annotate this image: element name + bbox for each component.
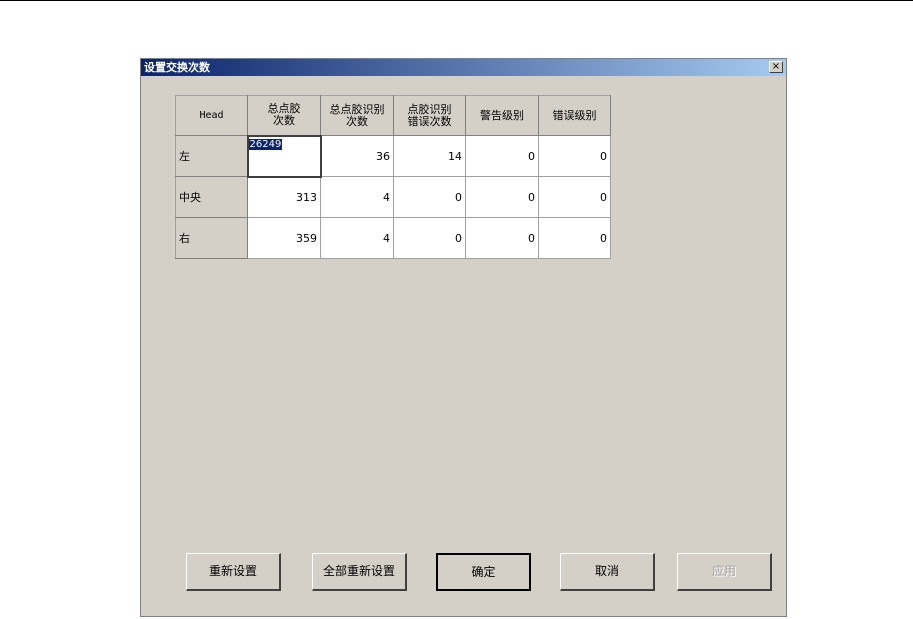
table-cell[interactable]: 14	[393, 135, 466, 177]
column-header-warning-level: 警告级别	[465, 95, 539, 136]
ok-button[interactable]: 确定	[436, 553, 531, 591]
reset-button[interactable]: 重新设置	[186, 553, 281, 591]
table-cell[interactable]: 0	[393, 176, 466, 218]
table-cell[interactable]: 0	[465, 217, 539, 259]
table-cell[interactable]: 359	[247, 217, 321, 259]
table-cell[interactable]: 313	[247, 176, 321, 218]
row-header-left: 左	[175, 135, 248, 177]
table-row: 右 359 4 0 0 0	[175, 217, 611, 259]
reset-all-button[interactable]: 全部重新设置	[312, 553, 407, 591]
table-cell[interactable]: 4	[320, 176, 394, 218]
cell-editor[interactable]: 26249	[246, 134, 322, 178]
column-header-total-dispense: 总点胶 次数	[247, 95, 321, 136]
table-cell[interactable]: 0	[465, 176, 539, 218]
table-cell[interactable]: 4	[320, 217, 394, 259]
row-header-center: 中央	[175, 176, 248, 218]
table-cell[interactable]: 0	[538, 217, 611, 259]
grid-header-row: Head 总点胶 次数 总点胶识别 次数 点胶识别 错误次数 警告级别 错误级别	[175, 95, 611, 136]
set-exchange-count-dialog: 设置交换次数 × Head 总点胶 次数 总点胶识别 次数 点胶识别 错误次数 警告级…	[140, 58, 787, 617]
apply-button[interactable]: 应用	[677, 553, 772, 591]
column-header-head: Head	[175, 95, 248, 136]
dialog-title: 设置交换次数	[144, 61, 210, 74]
table-row: 中央 313 4 0 0 0	[175, 176, 611, 218]
cancel-button[interactable]: 取消	[560, 553, 655, 591]
close-icon[interactable]: ×	[769, 61, 783, 73]
table-cell[interactable]: 36	[320, 135, 394, 177]
table-row: 左 26249 36 14 0 0	[175, 134, 611, 178]
table-cell[interactable]: 0	[538, 176, 611, 218]
top-rule	[0, 0, 913, 1]
row-header-right: 右	[175, 217, 248, 259]
table-cell[interactable]: 0	[538, 135, 611, 177]
column-header-error-level: 错误级别	[538, 95, 611, 136]
table-cell[interactable]: 0	[393, 217, 466, 259]
title-bar[interactable]: 设置交换次数 ×	[141, 59, 786, 76]
column-header-recognition-errors: 点胶识别 错误次数	[393, 95, 466, 136]
table-cell[interactable]: 0	[465, 135, 539, 177]
column-header-total-recognition: 总点胶识别 次数	[320, 95, 394, 136]
cell-edit-value[interactable]: 26249	[248, 138, 283, 150]
count-grid: Head 总点胶 次数 总点胶识别 次数 点胶识别 错误次数 警告级别 错误级别 左 …	[175, 95, 611, 259]
